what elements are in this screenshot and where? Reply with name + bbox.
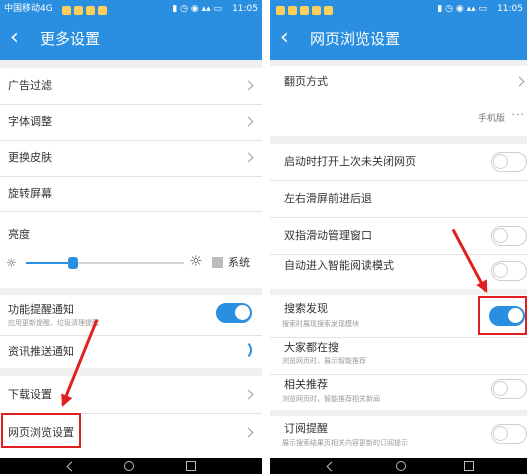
setting-label: 旋转屏幕 [8, 187, 52, 200]
setting-related[interactable]: 相关推荐 浏览网页时，智能推荐相关新闻 [270, 375, 527, 410]
setting-label: 广告过滤 [8, 79, 52, 92]
web-browse-settings-screen: ▮ ◷ ◉ ▴▴ ▭ 11:05 ‹ 网页浏览设置 翻页方式 手机版 ··· 启… [270, 0, 527, 474]
chevron-right-icon [243, 80, 254, 91]
setting-rotate-screen[interactable]: 旋转屏幕 [0, 177, 262, 211]
setting-restore-tabs[interactable]: 启动时打开上次未关闭网页 [270, 144, 527, 180]
setting-label: 启动时打开上次未关闭网页 [284, 155, 416, 168]
subscribe-toggle[interactable] [491, 424, 527, 444]
setting-description: 应用更新提醒、垃圾清理提醒 [8, 319, 99, 327]
setting-label: 功能提醒通知 [8, 303, 74, 316]
sun-icon: ☼ [6, 256, 17, 270]
nav-home-icon[interactable] [124, 461, 134, 471]
more-settings-screen: 中国移动4G ▮ ◷ ◉ ▴▴ ▭ 11:05 ‹ 更多设置 广告过滤 字体调整… [0, 0, 262, 474]
version-value: 手机版 [477, 114, 505, 124]
system-checkbox[interactable] [212, 257, 223, 268]
setting-label: 订阅提醒 [284, 422, 328, 435]
app-bar: ‹ 更多设置 [0, 18, 262, 60]
chevron-right-icon [514, 76, 525, 87]
setting-label: 翻页方式 [284, 75, 328, 88]
highlight-box [1, 413, 81, 448]
setting-everyone-search[interactable]: 大家都在搜 浏览网页时，展示智能推荐 [270, 338, 527, 374]
clock: 11:05 [232, 4, 258, 14]
nav-back-icon[interactable] [66, 461, 77, 472]
page-title: 更多设置 [40, 30, 101, 48]
setting-news-push[interactable]: 资讯推送通知 [0, 336, 262, 368]
sun-icon: ☼ [189, 252, 203, 270]
setting-download[interactable]: 下载设置 [0, 376, 262, 413]
system-status-icons: ▮ ◷ ◉ ▴▴ ▭ [172, 4, 222, 14]
system-nav-bar [0, 458, 262, 474]
back-arrow-icon[interactable]: ‹ [280, 25, 289, 51]
setting-label: 左右滑屏前进后退 [284, 192, 372, 205]
setting-label: 搜索发现 [284, 302, 328, 315]
system-label: 系统 [228, 256, 250, 269]
slider-thumb[interactable] [68, 257, 79, 269]
setting-description: 浏览网页时，智能推荐相关新闻 [282, 395, 380, 403]
nav-recent-icon[interactable] [186, 461, 196, 471]
setting-label: 亮度 [8, 228, 30, 241]
chevron-right-icon [243, 116, 254, 127]
clock: 11:05 [497, 4, 523, 14]
nav-recent-icon[interactable] [464, 461, 474, 471]
carrier-label: 中国移动4G [4, 4, 53, 14]
setting-label: 相关推荐 [284, 378, 328, 391]
setting-ad-filter[interactable]: 广告过滤 [0, 68, 262, 104]
setting-description: 搜索时展现搜索发现模块 [282, 320, 359, 328]
more-dots-icon[interactable]: ··· [512, 108, 526, 122]
chevron-right-icon [243, 152, 254, 163]
chevron-right-icon [243, 427, 254, 438]
system-status-icons: ▮ ◷ ◉ ▴▴ ▭ [437, 4, 487, 14]
setting-page-turn[interactable]: 翻页方式 手机版 ··· [270, 66, 527, 136]
chevron-right-icon [243, 389, 254, 400]
setting-swipe-nav[interactable]: 左右滑屏前进后退 [270, 181, 527, 217]
loading-spinner-icon [232, 340, 252, 360]
setting-description: 展示搜索结果页相关内容更新的订阅提示 [282, 439, 408, 447]
related-toggle[interactable] [491, 379, 527, 399]
smart-read-toggle[interactable] [491, 261, 527, 281]
back-arrow-icon[interactable]: ‹ [10, 25, 19, 51]
setting-description: 浏览网页时，展示智能推荐 [282, 357, 366, 365]
setting-feature-notify[interactable]: 功能提醒通知 应用更新提醒、垃圾清理提醒 [0, 295, 262, 335]
setting-font-size[interactable]: 字体调整 [0, 105, 262, 140]
setting-label: 下载设置 [8, 388, 52, 401]
app-bar: ‹ 网页浏览设置 [270, 18, 527, 60]
status-bar: 中国移动4G ▮ ◷ ◉ ▴▴ ▭ 11:05 [0, 0, 262, 18]
system-nav-bar [270, 458, 527, 474]
setting-label: 资讯推送通知 [8, 345, 74, 358]
nav-home-icon[interactable] [396, 461, 406, 471]
status-bar: ▮ ◷ ◉ ▴▴ ▭ 11:05 [270, 0, 527, 18]
setting-label: 更换皮肤 [8, 151, 52, 164]
setting-change-skin[interactable]: 更换皮肤 [0, 141, 262, 176]
setting-subscribe[interactable]: 订阅提醒 展示搜索结果页相关内容更新的订阅提示 [270, 416, 527, 458]
feature-notify-toggle[interactable] [216, 303, 252, 323]
nav-back-icon[interactable] [326, 461, 337, 472]
setting-label: 双指滑动管理窗口 [284, 229, 372, 242]
restore-tabs-toggle[interactable] [491, 152, 527, 172]
setting-label: 字体调整 [8, 115, 52, 128]
setting-two-finger[interactable]: 双指滑动管理窗口 [270, 218, 527, 254]
setting-label: 大家都在搜 [284, 341, 339, 354]
two-finger-toggle[interactable] [491, 226, 527, 246]
setting-label: 自动进入智能阅读模式 [284, 259, 394, 272]
setting-brightness: 亮度 ☼ ☼ 系统 [0, 212, 262, 288]
brightness-slider[interactable] [26, 257, 184, 269]
page-title: 网页浏览设置 [310, 30, 401, 48]
highlight-box [478, 296, 527, 335]
